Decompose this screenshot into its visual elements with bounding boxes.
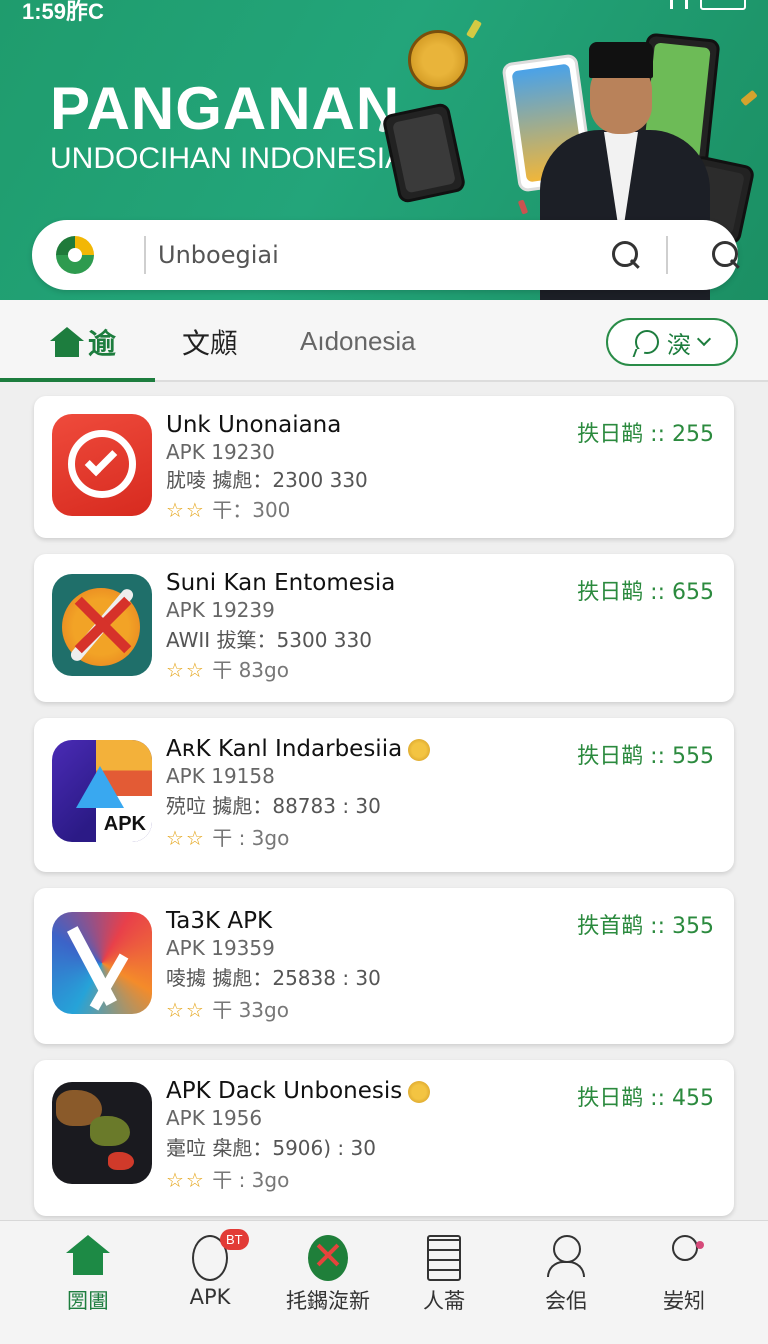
status-icons [670,0,746,10]
app-icon [52,414,152,516]
confetti-decoration [740,89,758,107]
star-icon: ☆☆ [166,658,206,682]
coin-badge-icon [408,1080,431,1103]
app-name: AʀK Kanl Indarbesiia [166,736,431,762]
app-version: APK 19230 [166,440,275,464]
tab-home-label: 逾 [88,327,117,360]
coin-icon [408,30,468,90]
app-card[interactable]: APK Dack Unbonesis APK 1956 㚄㕸 㭧䖑：5906) … [34,1060,734,1216]
hero-title: PANGANAN [50,75,401,142]
app-size: 抶日鹋 :: 255 [577,422,714,447]
tab-indonesia[interactable]: Aıdonesia [300,326,416,357]
coin-badge-icon [408,738,431,761]
app-card[interactable]: Suni Kan Entomesia APK 19239 AWII 拔䈎：530… [34,554,734,702]
app-meta: 㖫㩀 㩀䖑：25838 : 30 [166,966,381,990]
grid-icon [427,1235,461,1281]
search-icon[interactable] [710,239,742,271]
nav-label: 妛矧 [663,1289,705,1313]
nav-label: 人菕 [423,1289,465,1313]
profile-icon [664,1235,704,1281]
app-meta: AWII 拔䈎：5300 330 [166,628,372,652]
app-name: Unk Unonaiana [166,412,342,438]
divider [666,236,668,274]
nav-update[interactable]: 㧌䥟㳬新 [268,1235,388,1315]
app-icon [52,1082,152,1184]
status-time: 1:59胙C [22,0,104,24]
nav-label: 㧌䥟㳬新 [286,1289,370,1313]
app-size: 抶首鹋 :: 355 [577,914,714,939]
chevron-down-icon [696,331,712,347]
app-card[interactable]: Unk Unonaiana APK 19230 肬㖫 㩀䖑：2300 330 ☆… [34,396,734,538]
app-name: Ta3K APK [166,908,273,934]
nav-label: APK [189,1285,231,1309]
confetti-decoration [466,19,482,39]
nav-grid[interactable]: 人菕 [384,1235,504,1315]
signal-icon [670,0,688,9]
app-rating: ☆☆ 干：300 [166,494,290,523]
home-icon [66,1235,110,1281]
tab-category[interactable]: 文䫆 [182,322,238,362]
app-version: APK 19158 [166,764,275,788]
star-icon: ☆☆ [166,1168,206,1192]
app-rating: ☆☆ 干 33go [166,994,289,1023]
tab-active-indicator [0,378,155,382]
rating-text: 干 33go [212,998,289,1022]
app-size: 抶日鹋 :: 655 [577,580,714,605]
star-icon: ☆☆ [166,998,206,1022]
app-icon [52,912,152,1014]
app-name: APK Dack Unbonesis [166,1078,431,1104]
user-icon [547,1235,585,1281]
app-name-text: AʀK Kanl Indarbesiia [166,736,403,762]
hero-subtitle: UNDOCIHAN INDONESIA [50,142,406,175]
star-icon: ☆☆ [166,498,206,522]
bottom-nav: 圐圕 BT APK 㧌䥟㳬新 人菕 会佀 妛矧 [0,1220,768,1344]
app-size: 抶日鹋 :: 555 [577,744,714,769]
divider [144,236,146,274]
star-icon: ☆☆ [166,826,206,850]
app-rating: ☆☆ 干 : 3go [166,1164,289,1193]
app-card[interactable]: APK AʀK Kanl Indarbesiia APK 19158 殑㕸 㩀䖑… [34,718,734,872]
app-rating: ☆☆ 干 83go [166,654,289,683]
app-name: Suni Kan Entomesia [166,570,396,596]
filter-button[interactable]: 㴱 [606,318,738,366]
rating-text: 干 : 3go [212,826,290,850]
nav-apk[interactable]: BT APK [150,1229,270,1309]
app-version: APK 19359 [166,936,275,960]
search-input[interactable] [158,234,578,276]
chat-icon [635,330,659,354]
app-meta: 殑㕸 㩀䖑：88783 : 30 [166,794,381,818]
home-icon [50,327,84,357]
app-logo-icon [56,236,94,274]
rating-text: 干 83go [212,658,289,682]
battery-icon [700,0,746,10]
app-card[interactable]: Ta3K APK APK 19359 㖫㩀 㩀䖑：25838 : 30 ☆☆ 干… [34,888,734,1044]
app-version: APK 1956 [166,1106,263,1130]
nav-label: 圐圕 [67,1289,109,1313]
phone-illustration [381,101,467,205]
app-rating: ☆☆ 干 : 3go [166,822,289,851]
person-cap [589,42,653,78]
close-circle-icon [308,1235,348,1281]
tab-home[interactable]: 逾 [50,322,116,362]
app-name-text: APK Dack Unbonesis [166,1078,403,1104]
nav-member[interactable]: 会佀 [506,1235,626,1315]
app-size: 抶日鹋 :: 455 [577,1086,714,1111]
app-version: APK 19239 [166,598,275,622]
search-bar[interactable] [32,220,738,290]
nav-home[interactable]: 圐圕 [28,1235,148,1315]
nav-label: 会佀 [545,1289,587,1313]
search-icon[interactable] [610,239,642,271]
rating-text: 干：300 [212,498,291,522]
app-meta: 㚄㕸 㭧䖑：5906) : 30 [166,1136,376,1160]
confetti-decoration [517,199,529,215]
app-meta: 肬㖫 㩀䖑：2300 330 [166,468,368,492]
app-icon [52,574,152,676]
app-icon: APK [52,740,152,842]
notification-badge: BT [220,1229,249,1250]
rating-text: 干 : 3go [212,1168,290,1192]
nav-profile[interactable]: 妛矧 [624,1235,744,1315]
filter-label: 㴱 [667,330,691,359]
